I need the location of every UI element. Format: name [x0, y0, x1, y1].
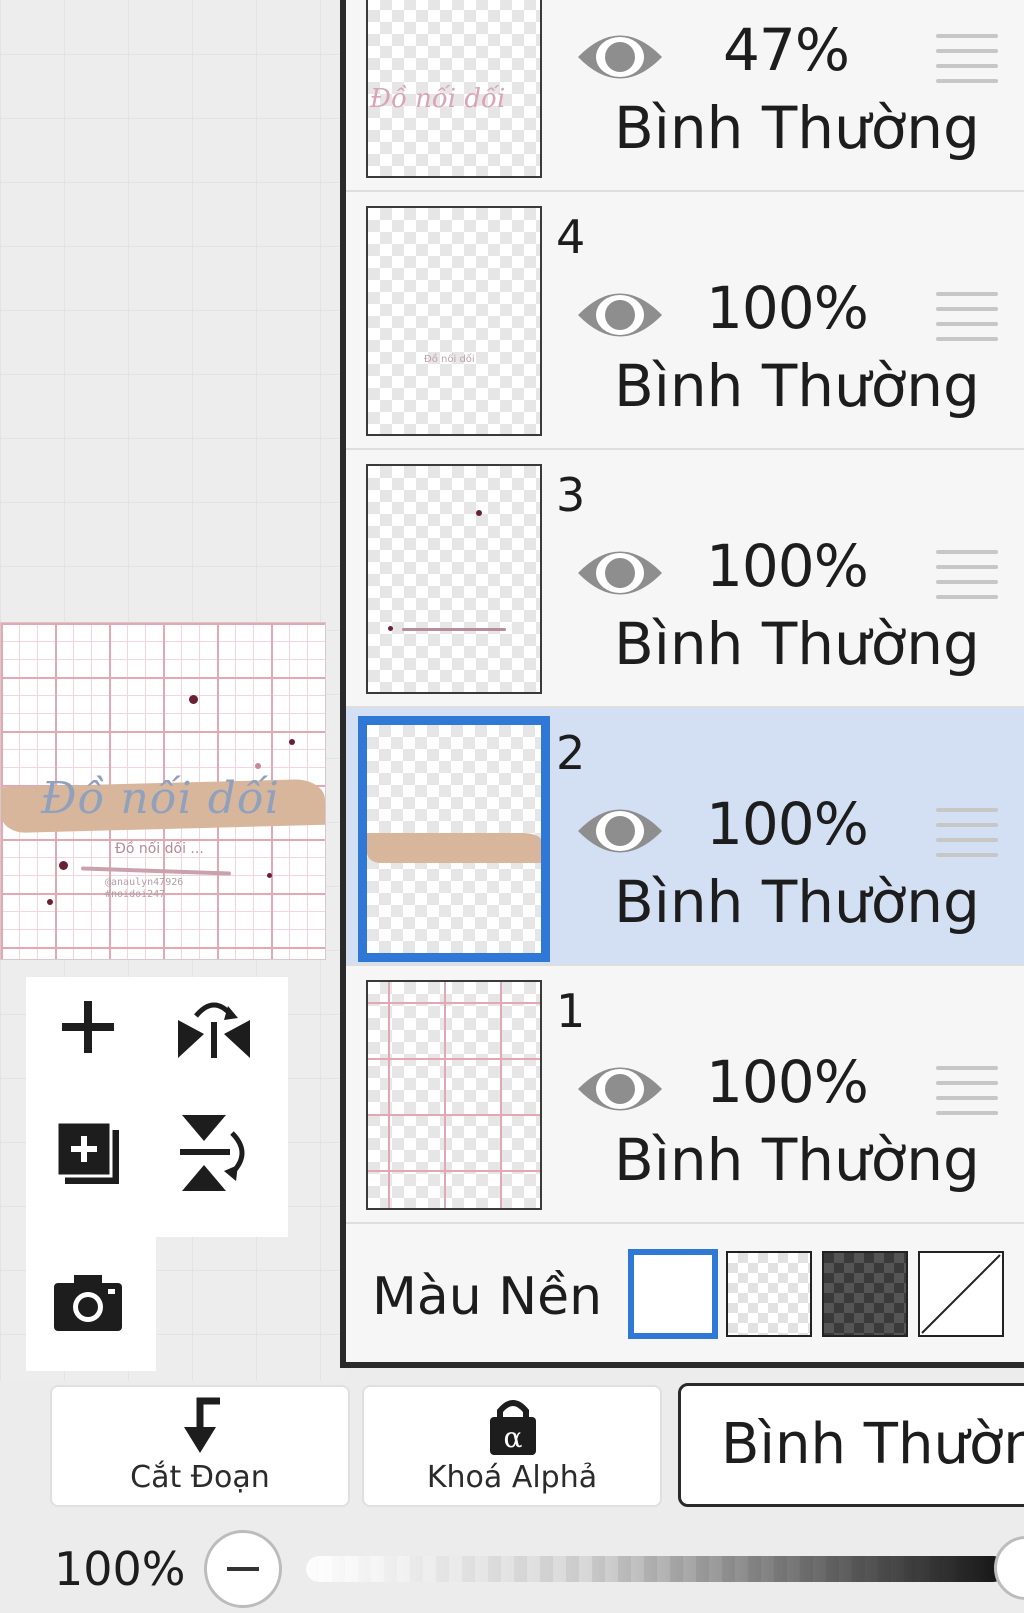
lock-alpha-icon: α	[490, 1400, 536, 1455]
background-white-option[interactable]	[628, 1249, 718, 1339]
layer-number: 4	[556, 210, 586, 264]
layer-blend-mode: Bình Thường	[614, 94, 980, 162]
artwork-dot	[47, 899, 53, 905]
camera-tool-panel	[26, 1237, 156, 1371]
layer-blend-mode: Bình Thường	[614, 868, 980, 936]
blend-mode-button[interactable]: Bình Thường	[678, 1383, 1024, 1507]
alpha-lock-label: Khoá Alphả	[426, 1460, 598, 1495]
eye-icon	[578, 293, 662, 337]
visibility-toggle[interactable]	[574, 284, 666, 350]
background-transparent-option[interactable]	[726, 1251, 812, 1337]
flip-vertical-button[interactable]	[164, 1103, 264, 1203]
drag-handle-icon[interactable]	[936, 808, 998, 868]
visibility-toggle[interactable]	[574, 1058, 666, 1124]
camera-icon	[54, 1275, 122, 1331]
visibility-toggle[interactable]	[574, 26, 666, 92]
visibility-toggle[interactable]	[574, 800, 666, 866]
drag-handle-icon[interactable]	[936, 292, 998, 352]
layer-thumbnail[interactable]: Đồ nối dối	[366, 206, 542, 436]
layer-opacity[interactable]: 100%	[706, 274, 869, 342]
flip-vertical-icon	[180, 1115, 245, 1191]
svg-text:α: α	[504, 1421, 523, 1454]
clip-arrow-icon	[184, 1397, 220, 1453]
artwork-dot	[267, 873, 272, 878]
artwork-tiny-line: #noidoi247	[105, 889, 166, 900]
background-dark-option[interactable]	[822, 1251, 908, 1337]
background-color-row: Màu Nền	[346, 1225, 1024, 1365]
layer-thumbnail-text: Đồ nối dối	[370, 84, 506, 114]
eye-icon	[578, 809, 662, 853]
duplicate-layer-icon	[55, 1120, 119, 1184]
layer-opacity[interactable]: 100%	[706, 1048, 869, 1116]
layer-thumbnail[interactable]	[366, 464, 542, 694]
layer-row[interactable]: Đồ nối dối 4 100% Bình Thường	[346, 192, 1024, 450]
decrease-button[interactable]	[204, 1530, 282, 1608]
clipping-label: Cắt Đoạn	[130, 1460, 270, 1495]
canvas-artwork[interactable]: Đồ nối dối Đồ nối dối ... @anaulyn47926 …	[0, 622, 326, 960]
add-copy-layer-button[interactable]	[38, 1103, 138, 1203]
drag-handle-icon[interactable]	[936, 550, 998, 610]
layer-number: 3	[556, 468, 586, 522]
thumbnail-dot	[388, 626, 393, 631]
artwork-tiny-line: @anaulyn47926	[105, 877, 184, 888]
artwork-dot	[255, 763, 261, 769]
layer-blend-mode: Bình Thường	[614, 352, 980, 420]
eye-icon	[578, 35, 662, 79]
artwork-dot	[59, 861, 68, 870]
thumbnail-band	[367, 833, 541, 863]
layer-opacity[interactable]: 100%	[706, 532, 869, 600]
layer-thumbnail[interactable]	[366, 980, 542, 1210]
artwork-tiny-text: @anaulyn47926 #noidoi247	[105, 877, 183, 901]
layer-panel: Đồ nối dối 47% Bình Thường Đồ nối dối 4 …	[340, 0, 1024, 1368]
background-none-option[interactable]	[918, 1251, 1004, 1337]
flip-horizontal-button[interactable]	[164, 977, 264, 1077]
artwork-subtitle: Đồ nối dối ...	[115, 841, 204, 857]
eye-icon	[578, 1067, 662, 1111]
layer-opacity-value: 100%	[54, 1542, 186, 1596]
thumbnail-stroke	[402, 628, 506, 631]
background-color-label: Màu Nền	[372, 1267, 603, 1327]
layer-thumbnail-text: Đồ nối dối	[424, 354, 475, 365]
plus-icon	[62, 1001, 114, 1053]
artwork-dot	[189, 695, 198, 704]
visibility-toggle[interactable]	[574, 542, 666, 608]
layer-row[interactable]: 3 100% Bình Thường	[346, 450, 1024, 708]
opacity-slider[interactable]	[306, 1556, 1006, 1582]
layer-thumbnail[interactable]	[358, 716, 550, 962]
layer-number: 1	[556, 984, 586, 1038]
layer-row-selected[interactable]: 2 100% Bình Thường	[346, 708, 1024, 966]
layer-blend-mode: Bình Thường	[614, 610, 980, 678]
eye-icon	[578, 551, 662, 595]
layer-number: 2	[556, 726, 586, 780]
layer-blend-mode: Bình Thường	[614, 1126, 980, 1194]
artwork-dot	[289, 739, 295, 745]
layer-row[interactable]: 1 100% Bình Thường	[346, 966, 1024, 1224]
import-photo-button[interactable]	[38, 1253, 138, 1353]
opacity-slider-knob[interactable]	[994, 1536, 1024, 1600]
layer-tools-panel	[26, 977, 288, 1237]
drag-handle-icon[interactable]	[936, 34, 998, 94]
layer-opacity[interactable]: 47%	[706, 16, 866, 84]
slash-icon	[921, 1254, 1001, 1334]
alpha-lock-button[interactable]: α Khoá Alphả	[362, 1385, 662, 1507]
artwork-script-text: Đồ nối dối	[41, 773, 280, 824]
flip-horizontal-icon	[178, 1002, 250, 1058]
layer-row[interactable]: Đồ nối dối 47% Bình Thường	[346, 0, 1024, 192]
minus-icon	[227, 1567, 259, 1571]
layer-opacity[interactable]: 100%	[706, 790, 869, 858]
layer-thumbnail[interactable]: Đồ nối dối	[366, 0, 542, 178]
blend-mode-label: Bình Thường	[721, 1412, 1024, 1477]
drag-handle-icon[interactable]	[936, 1066, 998, 1126]
artwork-underline	[80, 866, 232, 876]
clipping-button[interactable]: Cắt Đoạn	[50, 1385, 350, 1507]
thumbnail-dot	[476, 510, 482, 516]
add-layer-button[interactable]	[38, 977, 138, 1077]
